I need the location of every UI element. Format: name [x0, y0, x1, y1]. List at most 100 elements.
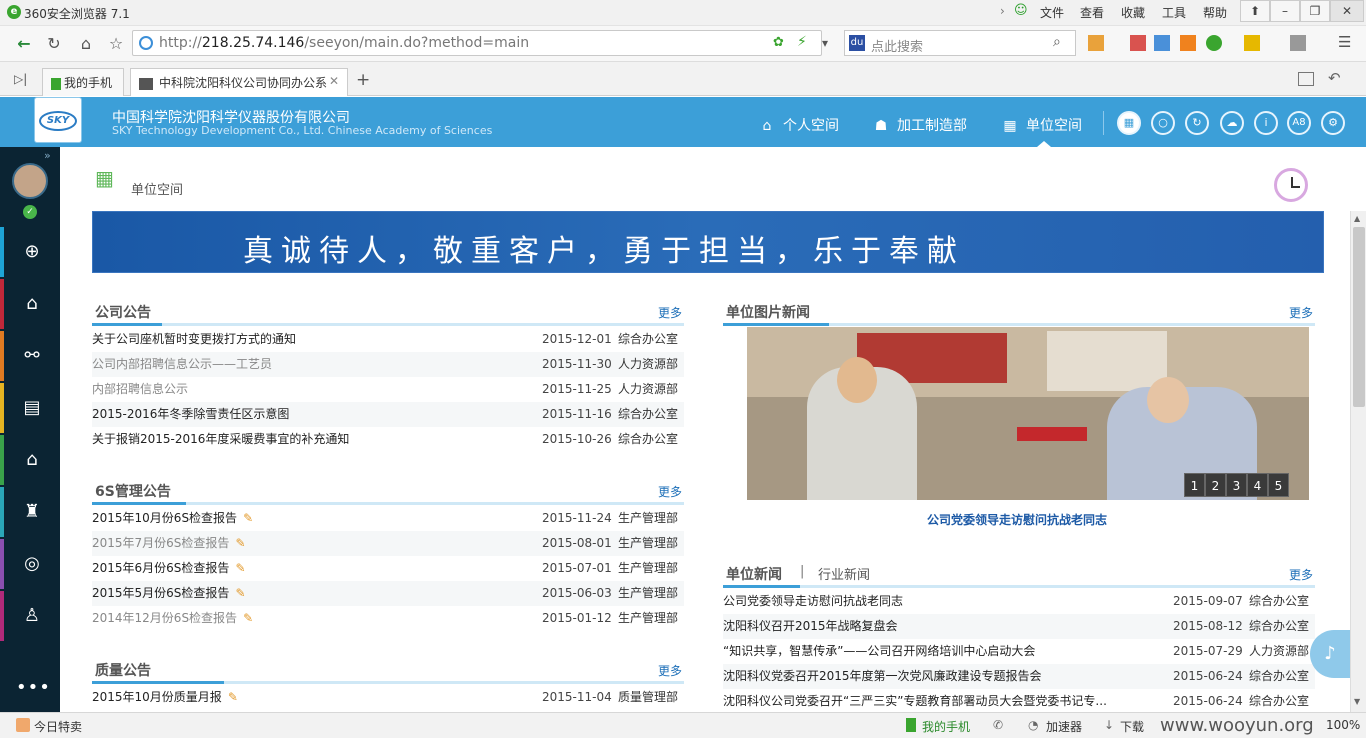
wallet-icon[interactable]: [1244, 35, 1260, 51]
tab-industry-news[interactable]: 行业新闻: [818, 564, 870, 583]
sidebar-item-new[interactable]: ⊕: [0, 227, 60, 277]
nav-manufacturing[interactable]: ☗ 加工制造部: [871, 115, 967, 135]
menu-icon[interactable]: ☰: [1338, 33, 1356, 51]
table-row[interactable]: “知识共享，智慧传承”——公司召开网络培训中心启动大会 2015-07-29 人力资…: [723, 639, 1315, 664]
flight-icon[interactable]: [1180, 35, 1196, 51]
apps-icon[interactable]: [1088, 35, 1104, 51]
more-link[interactable]: 更多: [658, 483, 682, 500]
sidebar-item-unit[interactable]: ⌂: [0, 279, 60, 329]
shield-icon[interactable]: [1206, 35, 1222, 51]
maximize-button[interactable]: ❐: [1300, 0, 1330, 22]
company-logo[interactable]: SKY: [34, 97, 82, 143]
table-row[interactable]: 内部招聘信息公示 2015-11-25 人力资源部: [92, 377, 684, 402]
sidebar-item-workflow[interactable]: ⚯: [0, 331, 60, 381]
tab-oa-system[interactable]: 中科院沈阳科仪公司协同办公系 ✕: [130, 68, 348, 96]
calendar-icon[interactable]: [1154, 35, 1170, 51]
more-link[interactable]: 更多: [658, 662, 682, 679]
grid-icon[interactable]: ▦: [1117, 111, 1141, 135]
table-row[interactable]: 公司党委领导走访慰问抗战老同志 2015-09-07 综合办公室: [723, 589, 1315, 614]
more-link[interactable]: 更多: [1289, 304, 1313, 321]
scroll-up-icon[interactable]: ▲: [1354, 214, 1360, 223]
cloud-icon[interactable]: ☁: [1220, 111, 1244, 135]
photo-page-2[interactable]: 2: [1205, 473, 1226, 497]
photo-page-3[interactable]: 3: [1226, 473, 1247, 497]
chevron-down-icon[interactable]: ▾: [822, 36, 828, 50]
sidebar-toggle-icon[interactable]: ▷|: [14, 72, 27, 86]
security-icon[interactable]: ✿: [773, 35, 784, 50]
menu-file[interactable]: 文件: [1040, 4, 1064, 21]
table-row[interactable]: 2015年10月份质量月报 ✎ 2015-11-04 质量管理部: [92, 685, 684, 710]
table-row[interactable]: 公司内部招聘信息公示——工艺员 2015-11-30 人力资源部: [92, 352, 684, 377]
compass-icon[interactable]: ✆: [993, 718, 1003, 732]
sidebar-item-contacts[interactable]: ♙: [0, 591, 60, 641]
table-row[interactable]: 沈阳科仪召开2015年战略复盘会 2015-08-12 综合办公室: [723, 614, 1315, 639]
pin-icon[interactable]: ⬆: [1240, 0, 1270, 22]
sidebar-item-target[interactable]: ◎: [0, 539, 60, 589]
menu-view[interactable]: 查看: [1080, 4, 1104, 21]
page-scrollbar[interactable]: ▲ ▼: [1350, 211, 1366, 712]
table-row[interactable]: 2015年7月份6S检查报告 ✎ 2015-08-01 生产管理部: [92, 531, 684, 556]
close-button[interactable]: ✕: [1330, 0, 1364, 22]
photo-page-1[interactable]: 1: [1184, 473, 1205, 497]
refresh-icon[interactable]: ↻: [1185, 111, 1209, 135]
tab-my-phone[interactable]: 我的手机: [42, 68, 124, 96]
menu-favorites[interactable]: 收藏: [1121, 4, 1145, 21]
info-icon[interactable]: i: [1254, 111, 1278, 135]
weibo-icon[interactable]: [1130, 35, 1146, 51]
new-tab-button[interactable]: +: [356, 70, 370, 90]
table-row[interactable]: 沈阳科仪公司党委召开“三严三实”专题教育部署动员大会暨党委书记专... 2015-…: [723, 689, 1315, 712]
photo-page-5[interactable]: 5: [1268, 473, 1289, 497]
photo-caption[interactable]: 公司党委领导走访慰问抗战老同志: [747, 511, 1287, 528]
tab-close-icon[interactable]: ✕: [329, 74, 339, 88]
home-icon[interactable]: ⌂: [76, 34, 96, 54]
table-row[interactable]: 2014年12月份6S检查报告 ✎ 2015-01-12 生产管理部: [92, 606, 684, 631]
search-engine-icon[interactable]: du: [849, 35, 865, 51]
table-row[interactable]: 2015年10月份6S检查报告 ✎ 2015-11-24 生产管理部: [92, 506, 684, 531]
sidebar-item-calendar[interactable]: ▤: [0, 383, 60, 433]
scroll-thumb[interactable]: [1353, 227, 1365, 407]
status-accelerator[interactable]: 加速器: [1046, 718, 1082, 735]
expand-icon[interactable]: »: [44, 149, 51, 162]
search-icon[interactable]: ○: [1151, 111, 1175, 135]
table-row[interactable]: 2015-2016年冬季除雪责任区示意图 2015-11-16 综合办公室: [92, 402, 684, 427]
minimize-button[interactable]: –: [1270, 0, 1300, 22]
back-icon[interactable]: ←: [14, 34, 34, 54]
scroll-down-icon[interactable]: ▼: [1354, 697, 1360, 706]
gear-icon[interactable]: ⚙: [1321, 111, 1345, 135]
a8-button[interactable]: A8: [1287, 111, 1311, 135]
star-icon[interactable]: ☆: [106, 34, 126, 54]
chevron-right-icon[interactable]: ›: [1000, 4, 1005, 18]
table-row[interactable]: 2015年6月份6S检查报告 ✎ 2015-07-01 生产管理部: [92, 556, 684, 581]
table-row[interactable]: 沈阳科仪党委召开2015年度第一次党风廉政建设专题报告会 2015-06-24 综合…: [723, 664, 1315, 689]
tab-unit-news[interactable]: 单位新闻: [726, 564, 782, 584]
lightning-icon[interactable]: ⚡: [797, 34, 807, 50]
menu-tools[interactable]: 工具: [1162, 4, 1186, 21]
sidebar-item-reports[interactable]: ⌂: [0, 435, 60, 485]
user-icon[interactable]: ☺: [1014, 3, 1028, 19]
table-row[interactable]: 2015年5月份6S检查报告 ✎ 2015-06-03 生产管理部: [92, 581, 684, 606]
speaker-icon[interactable]: ♪: [1310, 630, 1350, 678]
daily-deals-link[interactable]: 今日特卖: [34, 718, 82, 735]
search-input[interactable]: du 点此搜索 ⌕: [844, 30, 1076, 56]
sidebar-item-stamp[interactable]: ♜: [0, 487, 60, 537]
restore-tab-icon[interactable]: [1298, 72, 1314, 86]
clock-icon[interactable]: [1274, 168, 1308, 202]
zoom-level[interactable]: 100%: [1326, 718, 1360, 732]
table-row[interactable]: 关于公司座机暂时变更拨打方式的通知 2015-12-01 综合办公室: [92, 327, 684, 352]
avatar[interactable]: [12, 163, 48, 199]
undo-icon[interactable]: ↶: [1328, 69, 1341, 87]
more-link[interactable]: 更多: [1289, 566, 1313, 583]
table-row[interactable]: 关于报销2015-2016年度采暖费事宜的补充通知 2015-10-26 综合办公室: [92, 427, 684, 452]
status-download[interactable]: 下载: [1120, 718, 1144, 735]
search-icon[interactable]: ⌕: [1053, 34, 1061, 50]
more-icon[interactable]: •••: [16, 677, 51, 698]
photo-page-4[interactable]: 4: [1247, 473, 1268, 497]
status-my-phone[interactable]: 我的手机: [922, 718, 970, 735]
nav-personal-space[interactable]: ⌂ 个人空间: [757, 115, 839, 135]
address-bar[interactable]: http://218.25.74.146/seeyon/main.do?meth…: [132, 30, 822, 56]
menu-help[interactable]: 帮助: [1203, 4, 1227, 21]
reload-icon[interactable]: ↻: [44, 34, 64, 54]
more-link[interactable]: 更多: [658, 304, 682, 321]
screenshot-icon[interactable]: [1290, 35, 1306, 51]
nav-unit-space[interactable]: ▦ 单位空间: [1000, 115, 1082, 135]
